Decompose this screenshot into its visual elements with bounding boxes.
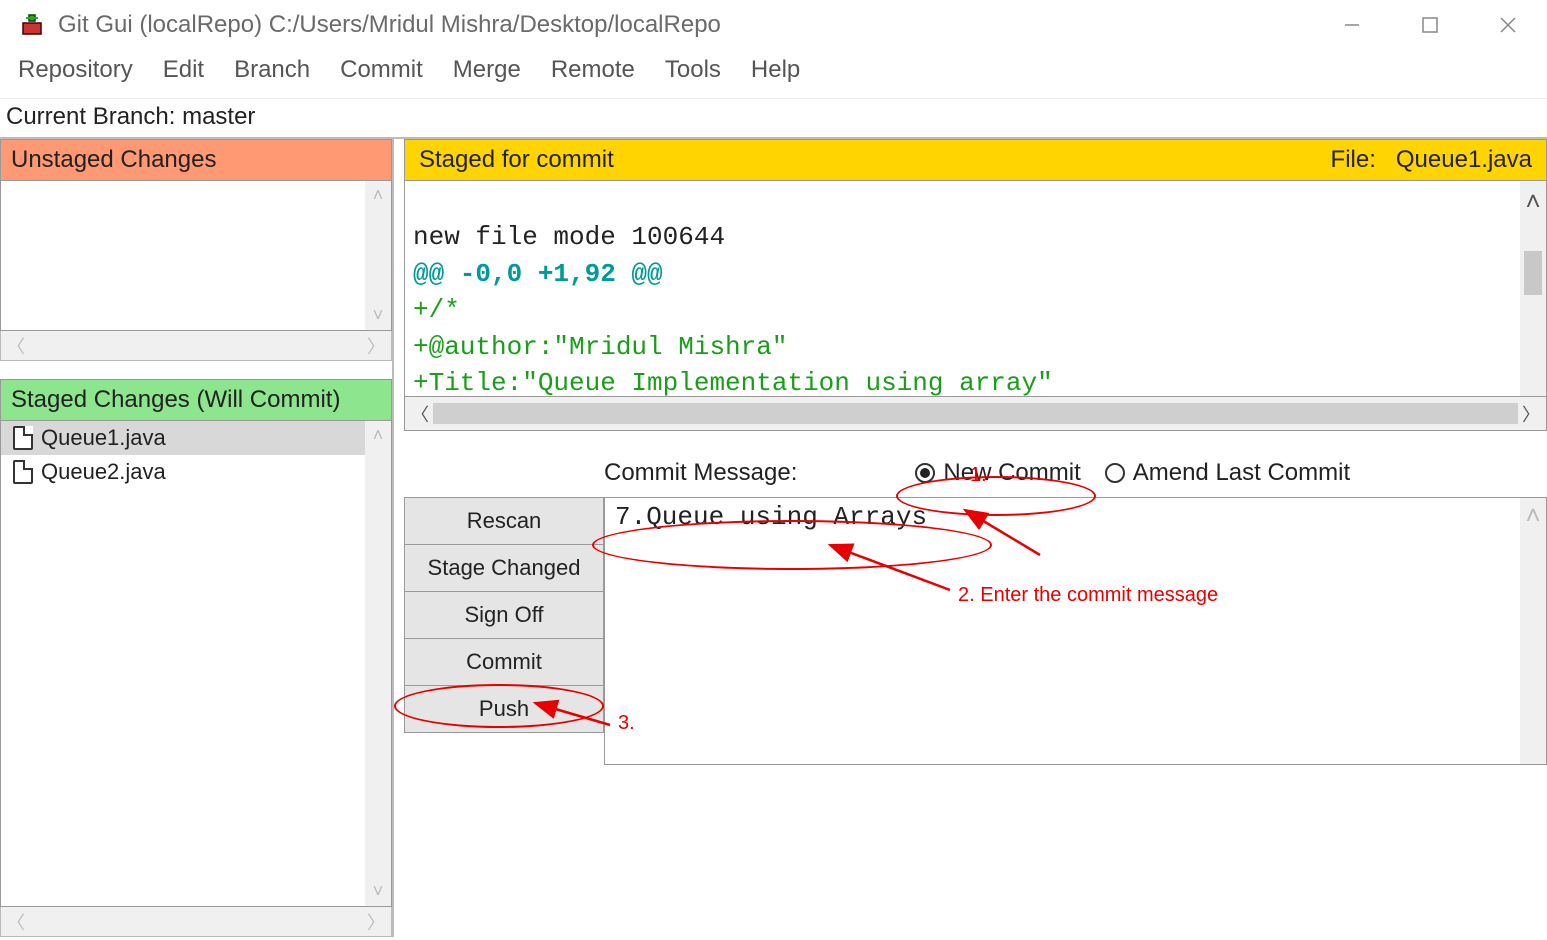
rescan-button[interactable]: Rescan [404,497,604,545]
git-gui-icon [20,13,44,37]
diff-viewer[interactable]: new file mode 100644 @@ -0,0 +1,92 @@ +/… [404,181,1547,397]
unstaged-changes-header: Unstaged Changes [0,139,392,181]
commit-button[interactable]: Commit [404,639,604,686]
diff-line: new file mode 100644 [413,222,725,252]
diff-title: Staged for commit [419,146,614,174]
menubar: Repository Edit Branch Commit Merge Remo… [0,50,1547,99]
radio-new-commit[interactable]: New Commit [915,459,1080,487]
commit-message-text: 7.Queue using Arrays [615,502,927,532]
chevron-down-icon: ˅ [373,881,384,902]
diff-line: +@author:"Mridul Mishra" [413,332,787,362]
staged-file-name: Queue1.java [41,425,166,451]
sign-off-button[interactable]: Sign Off [404,592,604,639]
scrollbar-thumb[interactable] [1524,251,1542,295]
menu-merge[interactable]: Merge [453,56,521,84]
scrollbar-vertical[interactable]: ˄ [1520,181,1546,396]
chevron-down-icon: ˅ [373,305,384,326]
commit-message-label: Commit Message: [604,459,797,487]
chevron-up-icon: ˄ [373,185,384,206]
titlebar: Git Gui (localRepo) C:/Users/Mridul Mish… [0,0,1547,50]
scrollbar-horizontal[interactable]: 〈 〉 [0,907,392,937]
chevron-right-icon: 〉 [367,333,385,359]
chevron-left-icon: 〈 [411,401,429,427]
diff-line: +/* [413,295,460,325]
close-button[interactable] [1469,0,1547,50]
radio-dot-icon [915,463,935,483]
diff-file-label: File: [1331,146,1376,173]
staged-file-row[interactable]: Queue1.java [1,421,391,455]
current-branch-label: Current Branch: master [0,99,1547,139]
diff-line: +Title:"Queue Implementation using array… [413,368,1053,397]
commit-message-input[interactable]: 7.Queue using Arrays ˄ [604,497,1547,765]
chevron-up-icon: ˄ [373,425,384,446]
scrollbar-horizontal[interactable]: 〈 〉 [0,331,392,361]
maximize-button[interactable] [1391,0,1469,50]
chevron-left-icon: 〈 [7,909,25,935]
chevron-right-icon: 〉 [367,909,385,935]
menu-help[interactable]: Help [751,56,800,84]
window-title: Git Gui (localRepo) C:/Users/Mridul Mish… [58,11,721,39]
staged-changes-list[interactable]: Queue1.java Queue2.java ˄ ˅ [0,421,392,907]
radio-label: Amend Last Commit [1133,459,1350,487]
menu-remote[interactable]: Remote [551,56,635,84]
chevron-up-icon: ˄ [1525,185,1541,221]
staged-changes-header: Staged Changes (Will Commit) [0,379,392,421]
file-icon [13,460,33,484]
radio-amend-last-commit[interactable]: Amend Last Commit [1105,459,1350,487]
diff-header: Staged for commit File: Queue1.java [404,139,1547,181]
menu-edit[interactable]: Edit [163,56,204,84]
scrollbar-horizontal[interactable]: 〈 〉 [404,397,1547,431]
radio-dot-icon [1105,463,1125,483]
diff-line: @@ -0,0 +1,92 @@ [413,259,663,289]
radio-label: New Commit [943,459,1080,487]
chevron-up-icon: ˄ [1525,502,1541,532]
menu-repository[interactable]: Repository [18,56,133,84]
file-icon [13,426,33,450]
scrollbar-vertical[interactable]: ˄ [1520,498,1546,764]
push-button[interactable]: Push [404,686,604,733]
chevron-right-icon: 〉 [1522,401,1540,427]
minimize-button[interactable] [1313,0,1391,50]
menu-tools[interactable]: Tools [665,56,721,84]
scrollbar-vertical[interactable]: ˄ ˅ [365,421,391,906]
stage-changed-button[interactable]: Stage Changed [404,545,604,592]
scrollbar-thumb[interactable] [433,403,1518,424]
menu-branch[interactable]: Branch [234,56,310,84]
diff-file-name: Queue1.java [1396,146,1532,173]
staged-file-name: Queue2.java [41,459,166,485]
unstaged-changes-list[interactable]: ˄ ˅ [0,181,392,331]
menu-commit[interactable]: Commit [340,56,423,84]
staged-file-row[interactable]: Queue2.java [1,455,391,489]
chevron-left-icon: 〈 [7,333,25,359]
scrollbar-vertical[interactable]: ˄ ˅ [365,181,391,330]
